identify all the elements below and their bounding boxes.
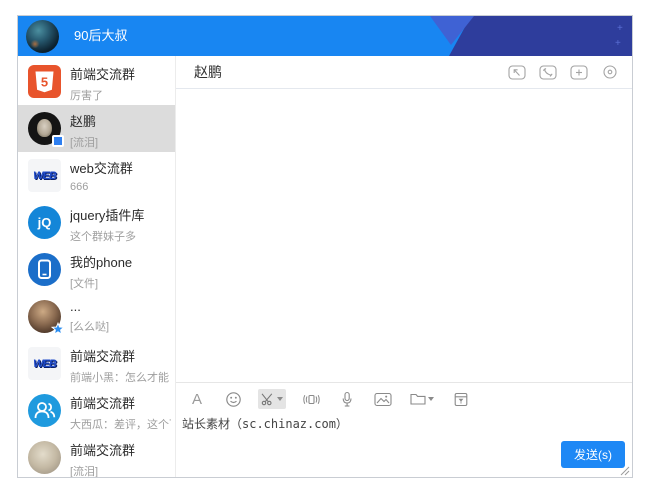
conversation-title: 前端交流群 [70, 346, 171, 365]
qq-chat-window: + + 90后大叔 5 前端交流群 厉害了 [17, 15, 633, 478]
folder-icon [410, 392, 426, 406]
phone-icon [28, 253, 61, 286]
conversation-item-my-phone[interactable]: 我的phone [文件] [18, 246, 175, 293]
web-logo-icon: WEB [28, 159, 61, 192]
conversation-item-frontend-last[interactable]: 前端交流群 [流泪] [18, 434, 175, 477]
conversation-title: ... [70, 299, 171, 314]
conversation-item-web-group[interactable]: WEB web交流群 666 [18, 152, 175, 199]
conversation-preview: 厉害了 [70, 87, 171, 103]
window-shake-button[interactable] [300, 389, 322, 409]
plus-decoration: + [617, 24, 623, 34]
chat-panel: 赵鹏 [176, 56, 632, 477]
conversation-preview: 前端小黑：怎么才能 [70, 369, 171, 385]
conversation-item-frontend-group[interactable]: 前端交流群 大西瓜：差评，这个下 [18, 387, 175, 434]
conversation-item-html5-group[interactable]: 5 前端交流群 厉害了 [18, 58, 175, 105]
popout-button[interactable] [507, 64, 527, 80]
conversation-title: 我的phone [70, 252, 171, 271]
contact-avatar [28, 300, 61, 333]
user-avatar[interactable] [26, 20, 59, 53]
titlebar: + + 90后大叔 [18, 16, 632, 56]
font-format-button[interactable]: A [186, 389, 208, 409]
conversation-title: 前端交流群 [70, 393, 171, 412]
arrow-up-left-icon [508, 65, 526, 80]
jquery-logo-icon: jQ [28, 206, 61, 239]
voice-message-button[interactable] [336, 389, 358, 409]
dropdown-caret-icon [428, 397, 434, 401]
input-toolbar: A [176, 383, 632, 409]
conversation-item-zhaopeng[interactable]: 赵鹏 [流泪] [18, 105, 175, 152]
star-badge [51, 322, 65, 336]
conversation-item-dots[interactable]: ... [么么哒] [18, 293, 175, 340]
html5-icon: 5 [28, 65, 61, 98]
message-box-icon [454, 392, 468, 407]
conversation-title: 赵鹏 [70, 111, 171, 130]
smiley-icon [225, 391, 242, 408]
conversation-preview: [么么哒] [70, 318, 171, 334]
contact-avatar [28, 441, 61, 474]
mobile-online-badge [52, 135, 64, 147]
conversation-item-frontend-web[interactable]: WEB 前端交流群 前端小黑：怎么才能 [18, 340, 175, 387]
group-icon [28, 394, 61, 427]
dropdown-caret-icon [277, 397, 283, 401]
conversation-preview: [流泪] [70, 134, 171, 150]
send-file-button[interactable] [408, 389, 436, 409]
web-logo-icon: WEB [28, 347, 61, 380]
conversation-title: 前端交流群 [70, 64, 171, 83]
conversation-preview: 大西瓜：差评，这个下 [70, 416, 171, 432]
input-panel: A [176, 382, 632, 477]
conversation-list: 5 前端交流群 厉害了 赵鹏 [流泪] WEB web交流群 [18, 56, 176, 477]
settings-button[interactable] [600, 64, 620, 80]
settings-icon [602, 64, 618, 80]
conversation-preview: 这个群妹子多 [70, 228, 171, 244]
conversation-title: jquery插件库 [70, 205, 171, 224]
image-icon [374, 392, 392, 407]
conversation-preview: 666 [70, 181, 171, 193]
message-input[interactable]: 站长素材（sc.chinaz.com） [182, 415, 348, 432]
font-icon: A [192, 391, 202, 408]
conversation-title: web交流群 [70, 158, 171, 177]
add-app-button[interactable] [569, 64, 589, 80]
conversation-item-jquery[interactable]: jQ jquery插件库 这个群妹子多 [18, 199, 175, 246]
contact-avatar [28, 112, 61, 145]
chat-contact-name: 赵鹏 [194, 62, 222, 82]
scissors-icon [261, 392, 275, 406]
screenshot-button[interactable] [258, 389, 286, 409]
shake-window-icon [302, 392, 321, 407]
phone-icon [539, 65, 557, 80]
username: 90后大叔 [74, 16, 127, 56]
conversation-preview: [文件] [70, 275, 171, 291]
emoji-button[interactable] [222, 389, 244, 409]
plus-decoration: + [615, 39, 621, 49]
message-history-area[interactable] [176, 89, 632, 382]
message-history-button[interactable] [450, 389, 472, 409]
voice-call-button[interactable] [538, 64, 558, 80]
microphone-icon [340, 391, 354, 408]
resize-handle[interactable] [619, 465, 630, 476]
conversation-preview: [流泪] [70, 463, 171, 477]
send-button[interactable]: 发送(s) [561, 441, 625, 468]
conversation-title: 前端交流群 [70, 440, 171, 459]
svg-text:5: 5 [41, 75, 48, 90]
send-image-button[interactable] [372, 389, 394, 409]
chat-header: 赵鹏 [176, 56, 632, 89]
plus-icon [570, 65, 588, 80]
